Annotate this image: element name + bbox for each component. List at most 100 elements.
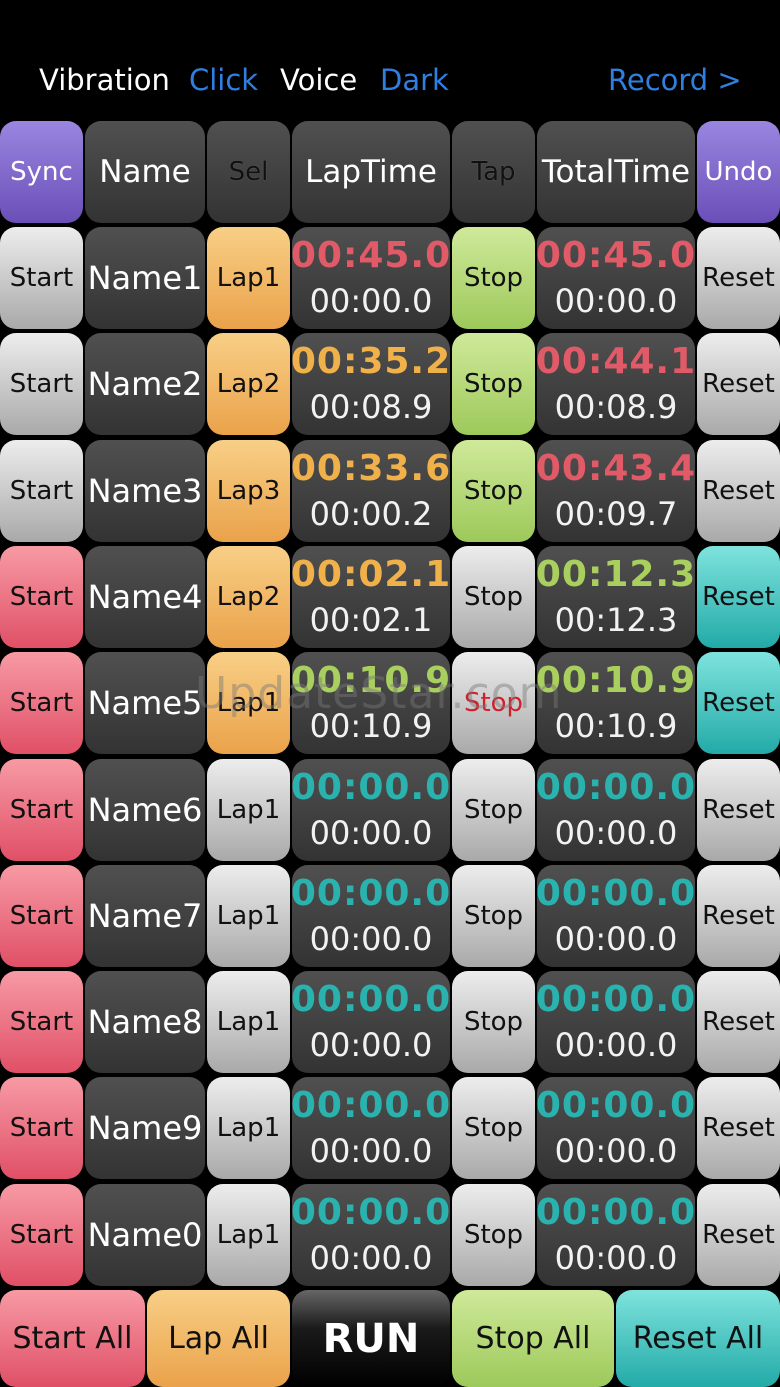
totaltime-main: 00:12.3 xyxy=(537,553,695,595)
timer-name[interactable]: Name8 xyxy=(85,971,205,1074)
name-header: Name xyxy=(85,121,205,223)
timer-name[interactable]: Name0 xyxy=(85,1183,205,1286)
stop-button[interactable]: Stop xyxy=(452,545,535,648)
totaltime-sub: 00:00.0 xyxy=(554,282,678,320)
name-header-label: Name xyxy=(99,154,191,190)
reset-label: Reset xyxy=(702,794,775,825)
start-button[interactable]: Start xyxy=(0,652,83,755)
timer-name[interactable]: Name5 xyxy=(85,652,205,755)
lap-button[interactable]: Lap1 xyxy=(207,1183,290,1286)
vibration-toggle[interactable]: Vibration xyxy=(39,62,170,98)
reset-all-label: Reset All xyxy=(632,1321,764,1356)
lap-button[interactable]: Lap2 xyxy=(207,333,290,436)
laptime-display: 00:35.2 00:08.9 xyxy=(292,333,450,436)
tap-header-button[interactable]: Tap xyxy=(452,121,535,223)
reset-button[interactable]: Reset xyxy=(697,333,780,436)
lap-all-button[interactable]: Lap All xyxy=(147,1290,290,1387)
stop-button[interactable]: Stop xyxy=(452,439,535,542)
stop-label: Stop xyxy=(463,688,524,719)
reset-button[interactable]: Reset xyxy=(697,971,780,1074)
timer-name[interactable]: Name3 xyxy=(85,439,205,542)
reset-label: Reset xyxy=(702,263,775,293)
timer-name[interactable]: Name1 xyxy=(85,227,205,329)
stop-button[interactable]: Stop xyxy=(452,333,535,436)
sel-header-button[interactable]: Sel xyxy=(207,121,290,223)
lap-button[interactable]: Lap1 xyxy=(207,864,290,967)
timer-name[interactable]: Name9 xyxy=(85,1077,205,1180)
start-button[interactable]: Start xyxy=(0,864,83,967)
sync-label: Sync xyxy=(10,157,73,187)
lap-label: Lap3 xyxy=(216,475,281,506)
lap-button[interactable]: Lap1 xyxy=(207,652,290,755)
reset-button[interactable]: Reset xyxy=(697,545,780,648)
reset-button[interactable]: Reset xyxy=(697,1077,780,1180)
reset-all-button[interactable]: Reset All xyxy=(616,1290,780,1387)
reset-button[interactable]: Reset xyxy=(697,864,780,967)
stop-button[interactable]: Stop xyxy=(452,758,535,861)
sync-button[interactable]: Sync xyxy=(0,121,83,223)
reset-button[interactable]: Reset xyxy=(697,1183,780,1286)
stop-label: Stop xyxy=(463,1007,524,1038)
voice-toggle[interactable]: Voice xyxy=(280,62,357,98)
record-link[interactable]: Record > xyxy=(608,62,742,98)
start-button[interactable]: Start xyxy=(0,1077,83,1180)
dark-toggle[interactable]: Dark xyxy=(380,62,449,98)
stop-button[interactable]: Stop xyxy=(452,227,535,329)
timer-name[interactable]: Name7 xyxy=(85,864,205,967)
timer-name[interactable]: Name2 xyxy=(85,333,205,436)
start-button[interactable]: Start xyxy=(0,227,83,329)
stop-label: Stop xyxy=(463,263,524,293)
lap-label: Lap2 xyxy=(216,581,281,612)
lap-button[interactable]: Lap3 xyxy=(207,439,290,542)
timer-name-label: Name7 xyxy=(87,896,203,935)
undo-button[interactable]: Undo xyxy=(697,121,780,223)
totaltime-main: 00:00.0 xyxy=(537,979,695,1021)
stop-button[interactable]: Stop xyxy=(452,971,535,1074)
start-all-button[interactable]: Start All xyxy=(0,1290,145,1387)
click-toggle[interactable]: Click xyxy=(189,62,258,98)
stop-button[interactable]: Stop xyxy=(452,652,535,755)
reset-label: Reset xyxy=(702,1007,775,1038)
timer-name-label: Name4 xyxy=(87,577,203,616)
reset-label: Reset xyxy=(702,900,775,931)
start-button[interactable]: Start xyxy=(0,333,83,436)
stop-all-button[interactable]: Stop All xyxy=(452,1290,614,1387)
timer-name-label: Name0 xyxy=(87,1215,203,1254)
laptime-main: 00:00.0 xyxy=(292,766,450,808)
start-button[interactable]: Start xyxy=(0,1183,83,1286)
lap-button[interactable]: Lap1 xyxy=(207,758,290,861)
lap-button[interactable]: Lap2 xyxy=(207,545,290,648)
laptime-main: 00:10.9 xyxy=(292,660,450,702)
stop-label: Stop xyxy=(463,581,524,612)
timer-name[interactable]: Name4 xyxy=(85,545,205,648)
reset-button[interactable]: Reset xyxy=(697,227,780,329)
lap-button[interactable]: Lap1 xyxy=(207,1077,290,1180)
laptime-main: 00:00.0 xyxy=(292,872,450,914)
reset-button[interactable]: Reset xyxy=(697,758,780,861)
start-button[interactable]: Start xyxy=(0,439,83,542)
run-button[interactable]: RUN xyxy=(292,1290,450,1387)
totaltime-display: 00:00.0 00:00.0 xyxy=(537,758,695,861)
laptime-main: 00:00.0 xyxy=(292,1085,450,1127)
totaltime-sub: 00:00.0 xyxy=(554,1238,678,1277)
timer-row: Start Name8 Lap1 00:00.0 00:00.0 Stop 00… xyxy=(0,971,780,1074)
lap-button[interactable]: Lap1 xyxy=(207,971,290,1074)
laptime-display: 00:02.1 00:02.1 xyxy=(292,545,450,648)
reset-label: Reset xyxy=(702,369,775,400)
start-button[interactable]: Start xyxy=(0,758,83,861)
totaltime-display: 00:10.9 00:10.9 xyxy=(537,652,695,755)
lap-button[interactable]: Lap1 xyxy=(207,227,290,329)
timer-name-label: Name9 xyxy=(87,1109,203,1148)
reset-button[interactable]: Reset xyxy=(697,652,780,755)
reset-label: Reset xyxy=(702,475,775,506)
stop-button[interactable]: Stop xyxy=(452,1077,535,1180)
timer-name[interactable]: Name6 xyxy=(85,758,205,861)
stop-button[interactable]: Stop xyxy=(452,1183,535,1286)
reset-button[interactable]: Reset xyxy=(697,439,780,542)
lap-label: Lap1 xyxy=(216,263,281,293)
stop-button[interactable]: Stop xyxy=(452,864,535,967)
start-button[interactable]: Start xyxy=(0,545,83,648)
start-button[interactable]: Start xyxy=(0,971,83,1074)
start-all-label: Start All xyxy=(12,1321,133,1356)
reset-label: Reset xyxy=(702,1113,775,1144)
